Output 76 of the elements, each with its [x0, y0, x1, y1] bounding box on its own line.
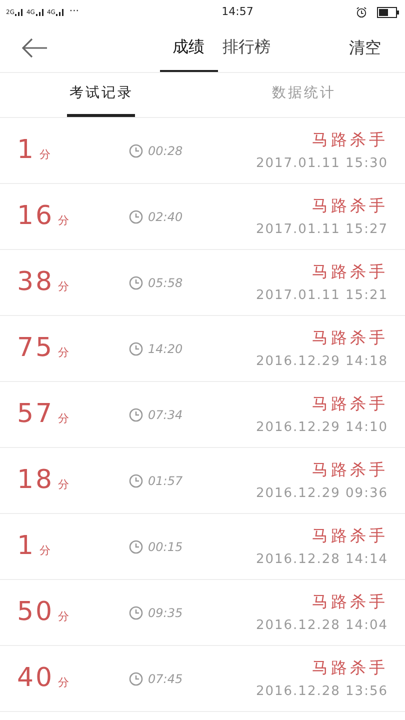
score-unit: 分	[58, 477, 70, 493]
nav-tab[interactable]: 成绩	[160, 24, 218, 72]
clear-button[interactable]: 清空	[325, 24, 405, 72]
record-title: 马路杀手	[312, 326, 388, 349]
score: 57	[17, 398, 54, 431]
score: 16	[17, 200, 54, 233]
score-unit: 分	[58, 213, 70, 229]
duration: 07:34	[148, 406, 183, 424]
score-unit: 分	[58, 345, 70, 361]
record-row[interactable]: 18 分 01:57 马路杀手 2016.12.29 09:36	[0, 448, 405, 514]
record-title: 马路杀手	[312, 656, 388, 679]
clock-icon	[129, 606, 143, 620]
clock-icon	[129, 672, 143, 686]
record-row[interactable]: 75 分 14:20 马路杀手 2016.12.29 14:18	[0, 316, 405, 382]
sub-tab[interactable]: 数据统计	[270, 73, 338, 117]
back-arrow-icon	[22, 38, 48, 58]
record-date: 2017.01.11 15:21	[256, 286, 388, 305]
record-date: 2016.12.29 14:18	[256, 352, 388, 371]
score-unit: 分	[58, 279, 70, 295]
score: 38	[17, 266, 54, 299]
clock-icon	[129, 210, 143, 224]
record-title: 马路杀手	[312, 392, 388, 415]
record-date: 2016.12.28 14:14	[256, 550, 388, 569]
score-unit: 分	[40, 147, 51, 163]
duration: 05:58	[148, 274, 183, 292]
record-date: 2017.01.11 15:27	[256, 220, 388, 239]
score: 1	[17, 134, 36, 167]
clock-icon	[129, 474, 143, 488]
record-title: 马路杀手	[312, 590, 388, 613]
clock-icon	[129, 540, 143, 554]
record-row[interactable]: 16 分 02:40 马路杀手 2017.01.11 15:27	[0, 184, 405, 250]
record-date: 2016.12.28 14:04	[256, 616, 388, 635]
clock-icon	[129, 276, 143, 290]
record-date: 2016.12.29 14:10	[256, 418, 388, 437]
score: 1	[17, 530, 36, 563]
record-date: 2016.12.28 13:56	[256, 682, 388, 701]
record-row[interactable]: 40 分 07:45 马路杀手 2016.12.28 13:56	[0, 646, 405, 712]
clock-icon	[129, 342, 143, 356]
score-unit: 分	[58, 411, 70, 427]
signal-icon	[15, 8, 24, 16]
score: 40	[17, 662, 54, 695]
record-row[interactable]: 1 分 00:15 马路杀手 2016.12.28 14:14	[0, 514, 405, 580]
more-indicator: ···	[69, 7, 79, 17]
record-date: 2016.12.29 09:36	[256, 484, 388, 503]
duration: 14:20	[148, 340, 183, 358]
score-unit: 分	[40, 543, 51, 559]
score-unit: 分	[58, 609, 70, 625]
record-title: 马路杀手	[312, 458, 388, 481]
nav-tab[interactable]: 排行榜	[218, 24, 276, 72]
record-row[interactable]: 50 分 09:35 马路杀手 2016.12.28 14:04	[0, 580, 405, 646]
score: 75	[17, 332, 54, 365]
alarm-icon	[356, 6, 367, 18]
status-time: 14:57	[222, 4, 254, 20]
record-date: 2017.01.11 15:30	[256, 154, 388, 173]
duration: 01:57	[148, 472, 183, 490]
signal-icon	[36, 8, 44, 16]
clock-icon	[129, 144, 143, 158]
score: 18	[17, 464, 54, 497]
record-row[interactable]: 38 分 05:58 马路杀手 2017.01.11 15:21	[0, 250, 405, 316]
record-title: 马路杀手	[312, 524, 388, 547]
signal-icon	[56, 8, 64, 16]
score: 50	[17, 596, 54, 629]
duration: 09:35	[148, 604, 183, 622]
duration: 02:40	[148, 208, 183, 226]
record-title: 马路杀手	[312, 128, 388, 151]
battery-icon	[377, 6, 399, 18]
record-title: 马路杀手	[312, 194, 388, 217]
sub-tab[interactable]: 考试记录	[67, 73, 136, 117]
clock-icon	[129, 408, 143, 422]
duration: 00:15	[148, 538, 183, 556]
duration: 07:45	[148, 670, 183, 688]
score-unit: 分	[58, 675, 70, 691]
record-row[interactable]: 57 分 07:34 马路杀手 2016.12.29 14:10	[0, 382, 405, 448]
record-title: 马路杀手	[312, 260, 388, 283]
duration: 00:28	[148, 142, 183, 160]
record-row[interactable]: 1 分 00:28 马路杀手 2017.01.11 15:30	[0, 118, 405, 184]
